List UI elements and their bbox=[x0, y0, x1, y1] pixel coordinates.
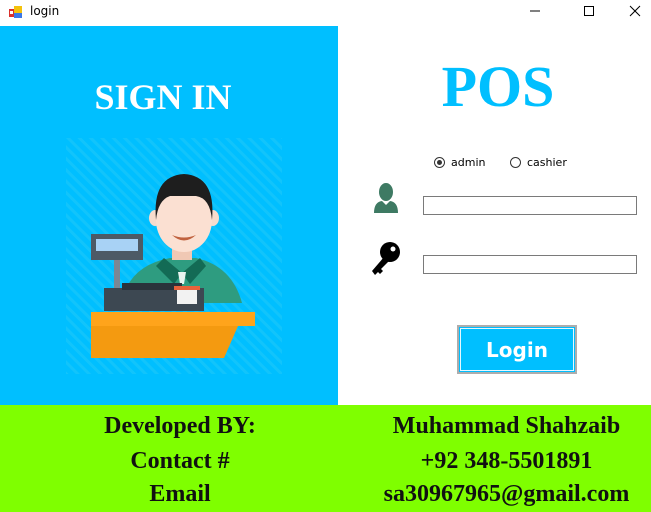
radio-unchecked-indicator[interactable] bbox=[510, 157, 521, 168]
key-icon bbox=[372, 242, 400, 275]
email-address: sa30967965@gmail.com bbox=[383, 481, 630, 507]
close-icon bbox=[629, 5, 641, 17]
login-button[interactable]: Login bbox=[457, 325, 577, 374]
sign-in-heading: SIGN IN bbox=[94, 77, 232, 117]
radio-checked-indicator[interactable] bbox=[434, 157, 445, 168]
password-input[interactable] bbox=[423, 255, 637, 274]
developer-name: Muhammad Shahzaib bbox=[392, 413, 621, 439]
developed-by-label: Developed BY: bbox=[104, 413, 256, 439]
app-icon bbox=[9, 6, 22, 18]
minimize-button[interactable] bbox=[512, 0, 558, 22]
role-admin-radio[interactable]: admin bbox=[434, 156, 485, 169]
developer-footer: Developed BY: Contact # Email Muhammad S… bbox=[0, 405, 651, 512]
user-icon bbox=[374, 183, 398, 213]
role-cashier-label: cashier bbox=[527, 156, 567, 169]
cashier-illustration bbox=[66, 138, 282, 374]
contact-label: Contact # bbox=[130, 448, 230, 474]
window-title: login bbox=[30, 4, 60, 18]
close-button[interactable] bbox=[612, 0, 651, 22]
role-admin-label: admin bbox=[451, 156, 486, 169]
email-label: Email bbox=[149, 481, 211, 507]
role-cashier-radio[interactable]: cashier bbox=[510, 156, 567, 169]
username-input[interactable] bbox=[423, 196, 637, 215]
sign-in-panel: SIGN IN bbox=[0, 26, 338, 405]
app-title: POS bbox=[441, 54, 555, 119]
maximize-icon bbox=[584, 6, 594, 16]
contact-number: +92 348-5501891 bbox=[420, 448, 593, 474]
maximize-button[interactable] bbox=[566, 0, 612, 22]
minimize-icon bbox=[530, 10, 540, 12]
title-bar: login bbox=[0, 0, 651, 26]
login-button-label: Login bbox=[486, 337, 548, 362]
